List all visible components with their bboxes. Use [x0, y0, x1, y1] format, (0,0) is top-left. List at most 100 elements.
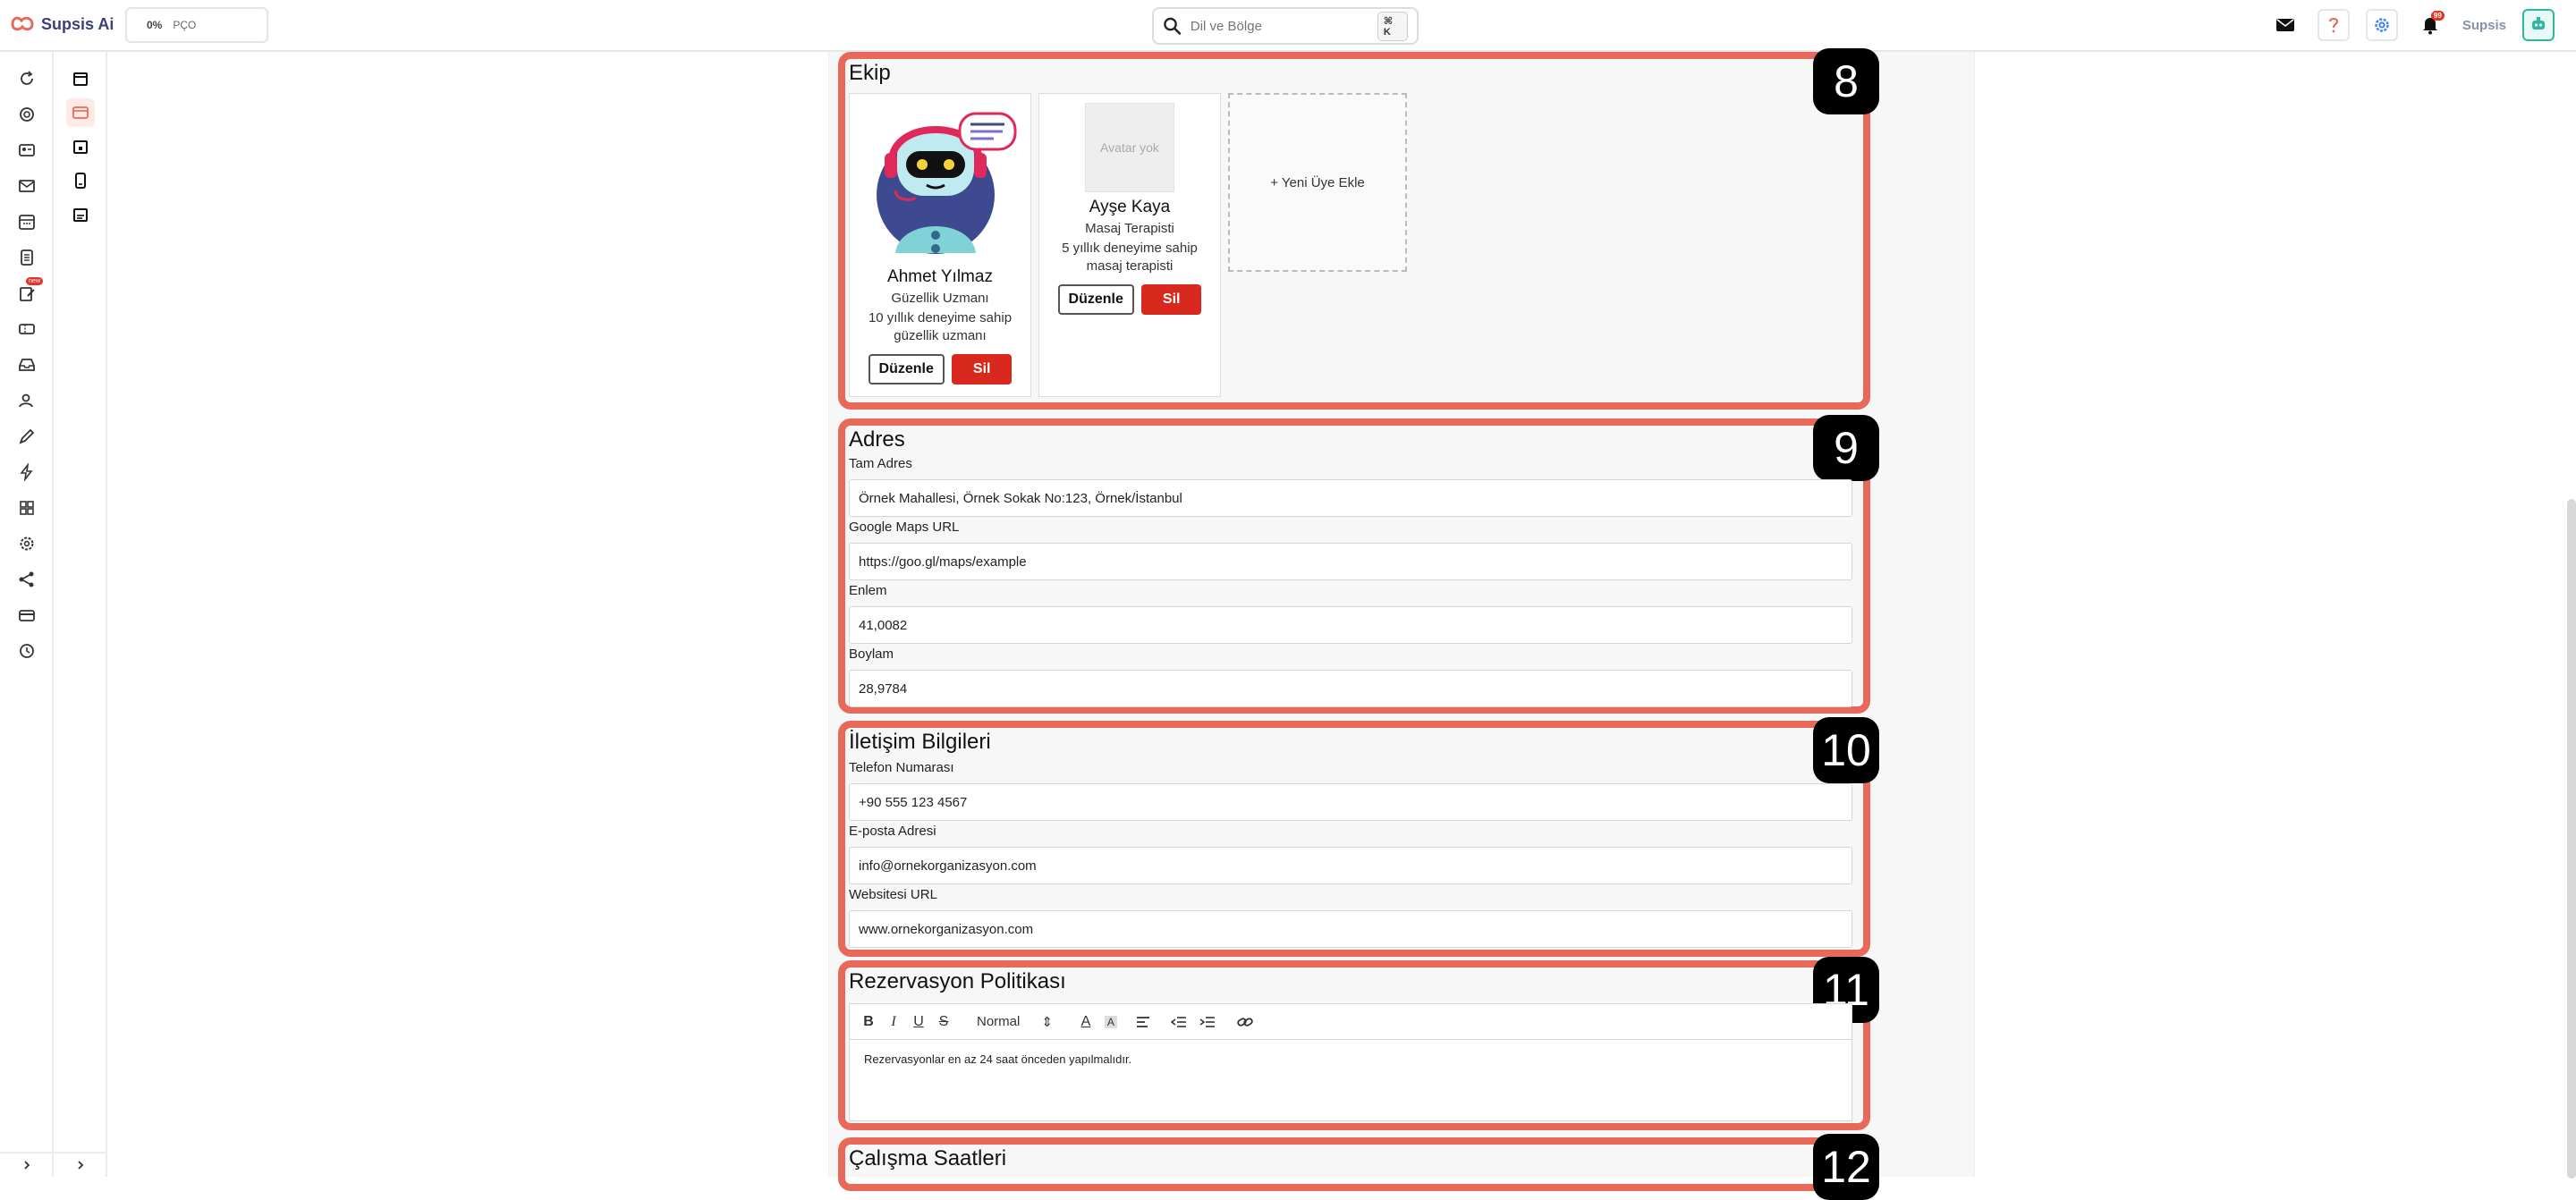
document-icon — [21, 249, 33, 266]
search-input[interactable] — [1190, 18, 1368, 34]
latitude-input[interactable]: 41,0082 — [849, 606, 1852, 644]
link-icon[interactable] — [1237, 1016, 1253, 1028]
section-number-12: 12 — [1813, 1134, 1879, 1200]
font-color-button[interactable]: A — [1080, 1014, 1092, 1030]
help-button[interactable] — [2317, 9, 2350, 41]
team-member-card: Avatar yok Ayşe Kaya Masaj Terapisti 5 y… — [1038, 93, 1221, 397]
member-name: Ayşe Kaya — [1089, 198, 1171, 216]
add-team-member-button[interactable]: + Yeni Üye Ekle — [1228, 93, 1407, 272]
collapse-subnav-button[interactable] — [54, 1152, 107, 1177]
section-number-10: 10 — [1813, 717, 1879, 783]
reservation-policy-section: 11 Rezervasyon Politikası B I U S Normal… — [838, 957, 1879, 1130]
background-color-button[interactable]: A — [1104, 1015, 1117, 1028]
sidebar-history[interactable] — [13, 637, 41, 665]
outdent-icon[interactable] — [1170, 1016, 1187, 1028]
main-area: 8 Ekip Ahmet Yılmaz Güzellik Uzmanı 10 y… — [109, 48, 2576, 1200]
edit-note-icon — [20, 287, 35, 301]
share-icon — [19, 571, 34, 587]
page-scrollbar[interactable] — [2567, 499, 2576, 1179]
lightning-icon — [20, 462, 33, 482]
sidebar-tickets[interactable] — [13, 315, 41, 343]
format-arrow-icon: ⇕ — [1041, 1014, 1053, 1030]
policy-editor[interactable]: Rezervasyonlar en az 24 saat önceden yap… — [849, 1039, 1852, 1121]
delete-member-button[interactable]: Sil — [1140, 284, 1202, 315]
align-left-icon[interactable] — [1135, 1016, 1151, 1028]
progress-percent: 0% — [147, 19, 163, 31]
subnav-calendar[interactable] — [66, 64, 95, 93]
calendar-check-icon — [73, 140, 88, 154]
email-label: E-posta Adresi — [849, 824, 936, 839]
address-title: Adres — [849, 427, 905, 452]
user-avatar[interactable] — [2522, 9, 2555, 41]
notifications-button[interactable]: 99 — [2414, 9, 2446, 41]
sidebar-users[interactable] — [13, 386, 41, 415]
underline-button[interactable]: U — [912, 1014, 925, 1030]
policy-title: Rezervasyon Politikası — [849, 969, 1066, 993]
full-address-input[interactable]: Örnek Mahallesi, Örnek Sokak No:123, Örn… — [849, 479, 1852, 517]
settings-content: 8 Ekip Ahmet Yılmaz Güzellik Uzmanı 10 y… — [828, 48, 1975, 1200]
website-label: Websitesi URL — [849, 887, 937, 902]
hours-title: Çalışma Saatleri — [849, 1146, 1007, 1170]
working-hours-section: 12 Çalışma Saatleri — [838, 1134, 1879, 1200]
sidebar-automation[interactable] — [13, 458, 41, 486]
address-section: 9 Adres Tam Adres Örnek Mahallesi, Örnek… — [838, 415, 1879, 714]
secondary-sidebar — [54, 52, 107, 1177]
brand-name: Supsis Ai — [41, 14, 114, 33]
user-name[interactable]: Supsis — [2462, 18, 2506, 33]
sidebar-calendar[interactable] — [13, 207, 41, 236]
sidebar-contacts[interactable] — [13, 136, 41, 165]
progress-indicator[interactable]: 0% PÇO — [125, 7, 268, 43]
bold-button[interactable]: B — [862, 1014, 875, 1030]
brand[interactable]: Supsis Ai — [9, 13, 114, 36]
indent-icon[interactable] — [1199, 1016, 1216, 1028]
sidebar-apps[interactable] — [13, 494, 41, 522]
sidebar-support[interactable] — [13, 100, 41, 129]
member-name: Ahmet Yılmaz — [887, 267, 993, 286]
expand-sidebar-button[interactable] — [0, 1152, 54, 1177]
search-shortcut: ⌘ K — [1377, 11, 1408, 41]
sidebar-notes[interactable]: new — [13, 277, 43, 308]
sidebar-settings[interactable] — [13, 529, 41, 558]
search-box[interactable]: ⌘ K — [1152, 7, 1419, 45]
team-section: 8 Ekip Ahmet Yılmaz Güzellik Uzmanı 10 y… — [838, 48, 1879, 410]
progress-label: PÇO — [173, 19, 197, 31]
pen-icon — [19, 428, 35, 444]
sidebar-refresh[interactable] — [13, 64, 41, 93]
robot-avatar-icon — [2532, 17, 2545, 30]
team-title: Ekip — [849, 61, 891, 85]
sidebar-mail[interactable] — [13, 172, 41, 200]
sidebar-billing[interactable] — [13, 601, 41, 630]
phone-input[interactable]: +90 555 123 4567 — [849, 783, 1852, 821]
sidebar-inbox[interactable] — [13, 351, 41, 379]
notification-count: 99 — [2430, 11, 2445, 21]
subnav-settings-page[interactable] — [66, 98, 95, 127]
gear-icon — [20, 537, 34, 551]
email-input[interactable]: info@ornekorganizasyon.com — [849, 847, 1852, 884]
format-select[interactable]: Normal ⇕ — [977, 1014, 1053, 1030]
contact-section: 10 İletişim Bilgileri Telefon Numarası +… — [838, 717, 1879, 957]
edit-member-button[interactable]: Düzenle — [1057, 284, 1134, 315]
member-actions: Düzenle Sil — [1057, 284, 1202, 315]
clock-icon — [20, 644, 34, 658]
sidebar-documents[interactable] — [13, 243, 41, 272]
ticket-icon — [19, 324, 35, 334]
subnav-events[interactable] — [66, 132, 95, 161]
sidebar-pen[interactable] — [13, 422, 41, 451]
mail-button[interactable] — [2269, 9, 2301, 41]
maps-url-input[interactable]: https://goo.gl/maps/example — [849, 543, 1852, 580]
settings-button[interactable] — [2365, 9, 2398, 41]
team-member-card: Ahmet Yılmaz Güzellik Uzmanı 10 yıllık d… — [849, 93, 1031, 397]
subnav-schedule[interactable] — [66, 200, 95, 229]
subnav-mobile[interactable] — [66, 166, 95, 195]
maps-url-label: Google Maps URL — [849, 520, 960, 535]
avatar-placeholder: Avatar yok — [1085, 103, 1174, 192]
member-role: Güzellik Uzmanı — [891, 291, 989, 306]
website-input[interactable]: www.ornekorganizasyon.com — [849, 910, 1852, 948]
longitude-input[interactable]: 28,9784 — [849, 670, 1852, 707]
italic-button[interactable]: I — [887, 1014, 900, 1030]
delete-member-button[interactable]: Sil — [951, 354, 1013, 385]
sidebar-share[interactable] — [13, 565, 41, 594]
strike-button[interactable]: S — [937, 1014, 950, 1030]
phone-label: Telefon Numarası — [849, 760, 954, 775]
edit-member-button[interactable]: Düzenle — [868, 354, 945, 385]
